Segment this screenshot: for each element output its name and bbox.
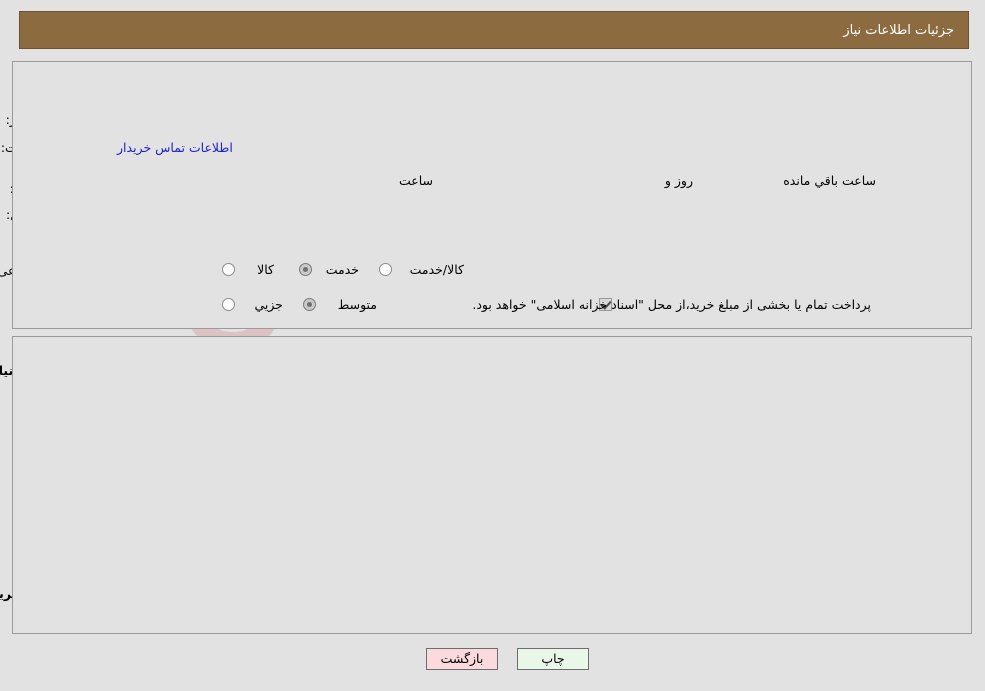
treasury-checkbox-label: پرداخت تمام یا بخشی از مبلغ خرید،از محل …	[473, 297, 872, 312]
radio-category-kala-khedmat-label: کالا/خدمت	[410, 262, 465, 277]
remaining-suffix-label: ساعت باقي مانده	[784, 173, 877, 188]
radio-category-kala-label: کالا	[258, 262, 275, 277]
window-header: جزئیات اطلاعات نیاز	[20, 11, 970, 49]
need-info-panel	[13, 61, 973, 329]
print-button[interactable]: چاپ	[518, 648, 590, 670]
radio-category-khedmat[interactable]	[300, 263, 313, 276]
page-root: AriaTender.net جزئیات اطلاعات نیاز شماره…	[0, 0, 985, 691]
description-panel	[13, 336, 973, 634]
back-button[interactable]: بازگشت	[427, 648, 499, 670]
deadline-hour-label: ساعت	[399, 173, 434, 188]
radio-category-kala[interactable]	[223, 263, 236, 276]
buyer-contact-link[interactable]: اطلاعات تماس خریدار	[118, 140, 234, 155]
radio-category-kala-khedmat[interactable]	[380, 263, 393, 276]
page-title: جزئیات اطلاعات نیاز	[844, 22, 955, 38]
days-and-label: روز و	[665, 173, 694, 188]
radio-category-khedmat-label: خدمت	[326, 262, 360, 277]
